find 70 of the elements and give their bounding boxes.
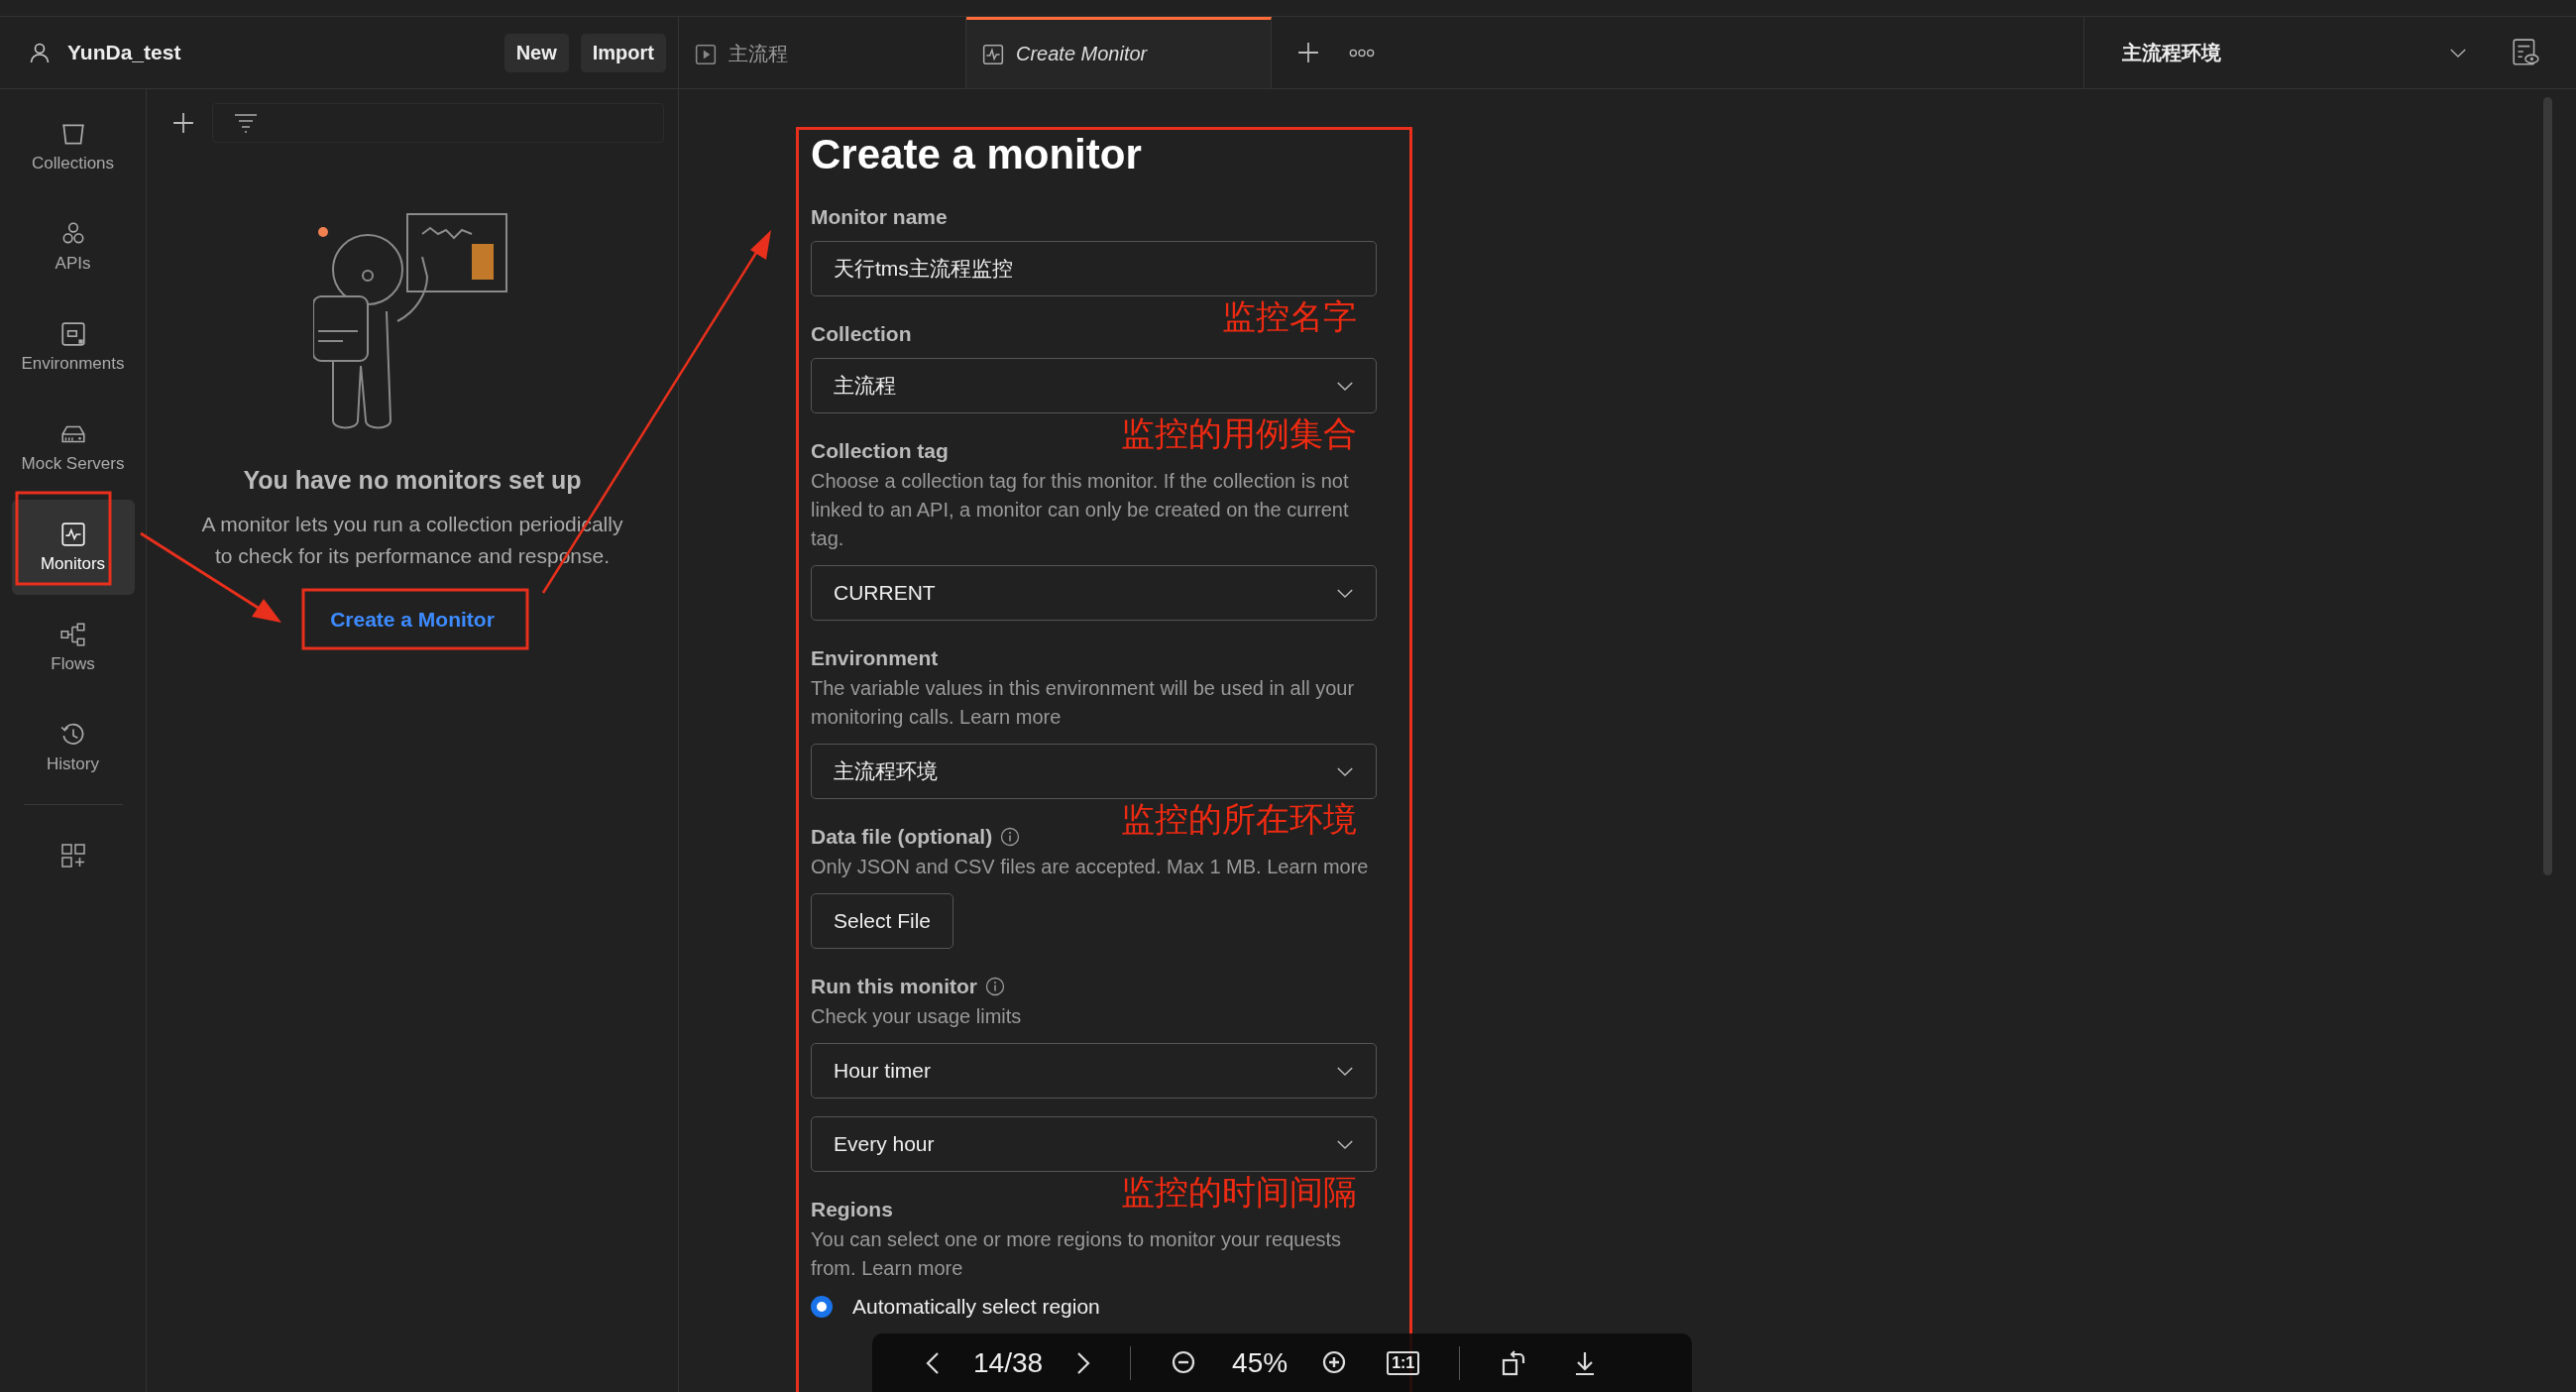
header-button[interactable]: Import xyxy=(580,33,666,72)
chevron-down-icon xyxy=(2449,47,2467,58)
create-monitor-link[interactable]: Create a Monitor xyxy=(300,590,524,648)
user-icon xyxy=(28,41,52,64)
empty-state-title: You have no monitors set up xyxy=(243,466,582,495)
nodes-icon xyxy=(58,621,87,648)
field-label: Environment xyxy=(811,646,939,670)
radio-label[interactable]: Automatically select region xyxy=(852,1295,1100,1319)
header-button[interactable]: New xyxy=(504,33,569,72)
environment-select[interactable]: 主流程环境 xyxy=(2083,17,2485,88)
page-counter: 14/38 xyxy=(973,1346,1044,1379)
more-icon[interactable] xyxy=(1349,48,1375,58)
chevron-down-icon xyxy=(1336,765,1354,777)
sidebar-item[interactable]: Monitors xyxy=(11,500,135,595)
environment-quick-look-icon[interactable] xyxy=(2511,38,2540,67)
sidebar-item[interactable]: Mock Servers xyxy=(11,400,135,495)
annotation-text: 监控名字 xyxy=(1222,298,1357,334)
field-label: Regions xyxy=(811,1198,893,1221)
field-description: You can select one or more regions to monitor your requests from. Learn more xyxy=(811,1227,1343,1281)
learn-more-link[interactable]: Learn more xyxy=(1267,856,1369,877)
dropdown[interactable]: 主流程 xyxy=(811,358,1377,413)
field-label: Run this monitor xyxy=(811,975,977,998)
previous-icon[interactable] xyxy=(926,1350,940,1375)
dropdown[interactable]: Every hour xyxy=(811,1116,1377,1172)
annotation-text: 监控的所在环境 xyxy=(1121,801,1357,837)
sidebar-item[interactable]: Environments xyxy=(11,299,135,395)
add-icon[interactable] xyxy=(172,112,194,134)
field-label: Collection xyxy=(811,322,912,346)
dropdown[interactable]: CURRENT xyxy=(811,565,1377,621)
radio-button[interactable] xyxy=(811,1296,833,1318)
play-icon xyxy=(695,43,717,65)
dropdown[interactable]: 主流程环境 xyxy=(811,744,1377,799)
chevron-down-icon xyxy=(1336,1138,1354,1150)
chevron-down-icon xyxy=(1336,587,1354,599)
field-label: Data file (optional) xyxy=(811,825,993,849)
field-description: Choose a collection tag for this monitor. If the collection is not linked to an API, a monitor can only be created on the current tag. xyxy=(811,469,1350,551)
actual-size-button[interactable]: 1:1 xyxy=(1387,1350,1420,1375)
sidebar-item[interactable]: Flows xyxy=(11,600,135,695)
info-icon[interactable] xyxy=(1000,827,1021,847)
workspace-name[interactable]: YunDa_test xyxy=(67,41,181,64)
next-icon[interactable] xyxy=(1076,1350,1091,1375)
pulse-icon xyxy=(58,521,87,548)
field-label: Monitor name xyxy=(811,205,948,229)
zoom-level: 45% xyxy=(1232,1346,1288,1379)
form-title: Create a monitor xyxy=(811,130,1143,179)
info-icon[interactable] xyxy=(985,977,1005,996)
monitor-name-field[interactable]: 天行tms主流程监控 xyxy=(811,241,1377,296)
chevron-down-icon xyxy=(1336,380,1354,392)
field-description: The variable values in this environment will be used in all your monitoring calls. Learn more xyxy=(811,676,1356,730)
select-file-button[interactable]: Select File xyxy=(811,893,954,949)
sidebar-item[interactable]: Collections xyxy=(11,99,135,194)
pulse-icon xyxy=(982,43,1004,65)
field-label: Collection tag xyxy=(811,439,949,463)
annotation-text: 监控的时间间隔 xyxy=(1121,1174,1357,1210)
sidebar-item[interactable]: APIs xyxy=(11,199,135,294)
sidebar-item[interactable]: History xyxy=(11,700,135,795)
filter-field[interactable] xyxy=(212,103,664,143)
filter-icon xyxy=(233,112,259,134)
learn-more-link[interactable]: Learn more xyxy=(959,706,1062,728)
square-frame-icon xyxy=(58,320,87,348)
field-description: Check your usage limits xyxy=(811,1004,1023,1029)
scrollbar[interactable] xyxy=(2543,97,2552,875)
dropdown[interactable]: Hour timer xyxy=(811,1043,1377,1099)
field-description: Only JSON and CSV files are accepted. Max 1 MB. Learn more xyxy=(811,855,1370,879)
annotation-text: 监控的用例集合 xyxy=(1121,415,1357,451)
add-grid-icon[interactable] xyxy=(59,843,86,869)
tab[interactable]: Create Monitor xyxy=(966,17,1272,88)
chevron-down-icon xyxy=(1336,1065,1354,1077)
add-tab-icon[interactable] xyxy=(1297,42,1319,63)
learn-more-link[interactable]: Learn more xyxy=(861,1257,963,1279)
